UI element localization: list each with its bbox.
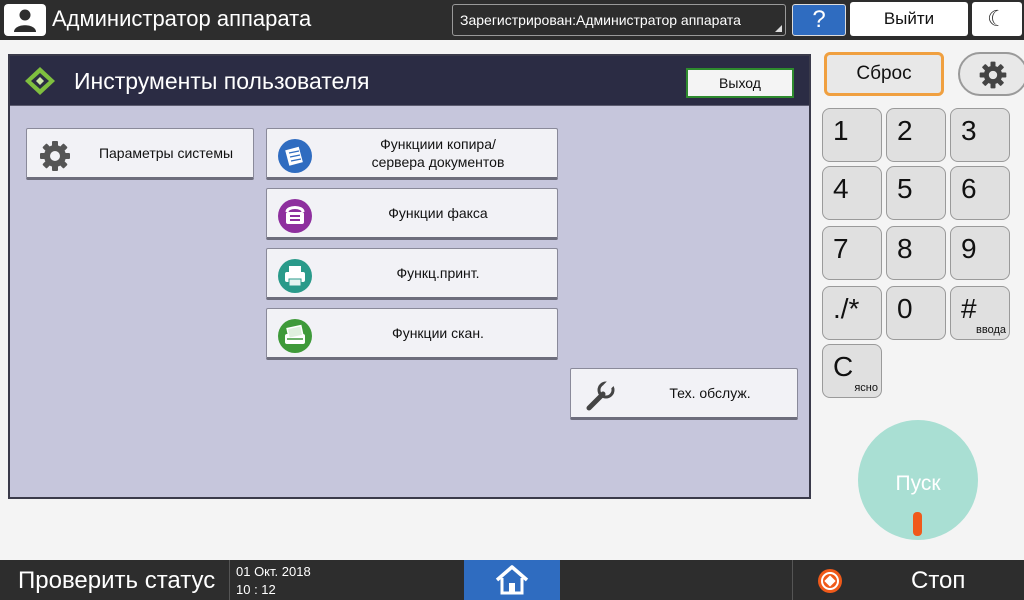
key-label: 3 [961, 115, 977, 146]
printer-label: Функц.принт. [396, 265, 480, 281]
key-2[interactable]: 2 [886, 108, 946, 162]
home-button[interactable] [464, 560, 560, 600]
key-9[interactable]: 9 [950, 226, 1010, 280]
scanner-label: Функции скан. [392, 325, 484, 341]
maintenance-button[interactable]: Тех. обслуж. [570, 368, 798, 420]
wrench-icon [586, 378, 616, 411]
key-1[interactable]: 1 [822, 108, 882, 162]
key-sublabel: ввода [976, 324, 1006, 336]
scanner-icon [277, 318, 313, 354]
user-tools-logo-icon [25, 67, 55, 95]
key-label: 7 [833, 233, 849, 264]
key-5[interactable]: 5 [886, 166, 946, 220]
key-7[interactable]: 7 [822, 226, 882, 280]
key-label: 2 [897, 115, 913, 146]
copier-label-line1: Функциии копира/ [380, 136, 496, 152]
key-label: # [961, 293, 977, 324]
panel-title: Инструменты пользователя [74, 68, 370, 94]
user-tools-panel: Инструменты пользователя Выход Параметры… [8, 54, 811, 499]
key-3[interactable]: 3 [950, 108, 1010, 162]
login-status-dropdown[interactable]: Зарегистрирован:Администратор аппарата [452, 4, 786, 36]
fax-label: Функции факса [388, 205, 488, 221]
key-hash-enter[interactable]: # ввода [950, 286, 1010, 340]
dropdown-corner-icon [775, 25, 782, 32]
key-label: 4 [833, 173, 849, 204]
bottom-bar: Проверить статус 01 Окт. 2018 10 : 12 Ст… [0, 560, 1024, 600]
panel-header: Инструменты пользователя Выход [10, 56, 809, 106]
energy-saver-button[interactable]: ☾ [972, 2, 1022, 36]
stop-label: Стоп [911, 567, 966, 594]
system-settings-label: Параметры системы [98, 145, 234, 161]
app-title: Администратор аппарата [52, 6, 312, 31]
user-icon[interactable] [4, 4, 46, 36]
copier-label: Функциии копира/ сервера документов [327, 129, 549, 177]
help-button[interactable]: ? [792, 4, 846, 36]
key-label: 0 [897, 293, 913, 324]
key-label: 1 [833, 115, 849, 146]
key-label: 8 [897, 233, 913, 264]
maintenance-label: Тех. обслуж. [669, 385, 751, 401]
date-text: 01 Окт. 2018 [236, 564, 311, 579]
key-label: 5 [897, 173, 913, 204]
home-icon [495, 565, 529, 595]
key-6[interactable]: 6 [950, 166, 1010, 220]
key-clear[interactable]: C ясно [822, 344, 882, 398]
key-8[interactable]: 8 [886, 226, 946, 280]
key-label: 9 [961, 233, 977, 264]
copier-icon [277, 138, 313, 174]
key-dot-star[interactable]: ./* [822, 286, 882, 340]
exit-button[interactable]: Выход [686, 68, 794, 98]
check-status-button[interactable]: Проверить статус [0, 560, 230, 600]
copier-label-line2: сервера документов [371, 154, 505, 170]
key-label: C [833, 351, 854, 382]
stop-icon [818, 569, 842, 593]
printer-icon [277, 258, 313, 294]
gear-icon [40, 141, 70, 171]
gear-icon [979, 61, 1007, 89]
fax-icon [277, 198, 313, 234]
key-4[interactable]: 4 [822, 166, 882, 220]
key-0[interactable]: 0 [886, 286, 946, 340]
scanner-features-button[interactable]: Функции скан. [266, 308, 558, 360]
key-label: ./* [833, 293, 860, 324]
copier-document-server-button[interactable]: Функциии копира/ сервера документов [266, 128, 558, 180]
fax-features-button[interactable]: Функции факса [266, 188, 558, 240]
stop-button[interactable]: Стоп [792, 560, 1024, 600]
key-label: 6 [961, 173, 977, 204]
settings-button[interactable] [958, 52, 1024, 96]
top-bar: Администратор аппарата Зарегистрирован:А… [0, 0, 1024, 40]
moon-icon: ☾ [987, 6, 1007, 31]
date-time: 01 Окт. 2018 10 : 12 [236, 563, 311, 599]
login-status-text: Зарегистрирован:Администратор аппарата [460, 12, 741, 28]
logout-button[interactable]: Выйти [850, 2, 968, 36]
system-settings-button[interactable]: Параметры системы [26, 128, 254, 180]
key-sublabel: ясно [854, 382, 878, 394]
printer-features-button[interactable]: Функц.принт. [266, 248, 558, 300]
time-text: 10 : 12 [236, 582, 276, 597]
reset-button[interactable]: Сброс [824, 52, 944, 96]
start-indicator-led [913, 512, 922, 536]
